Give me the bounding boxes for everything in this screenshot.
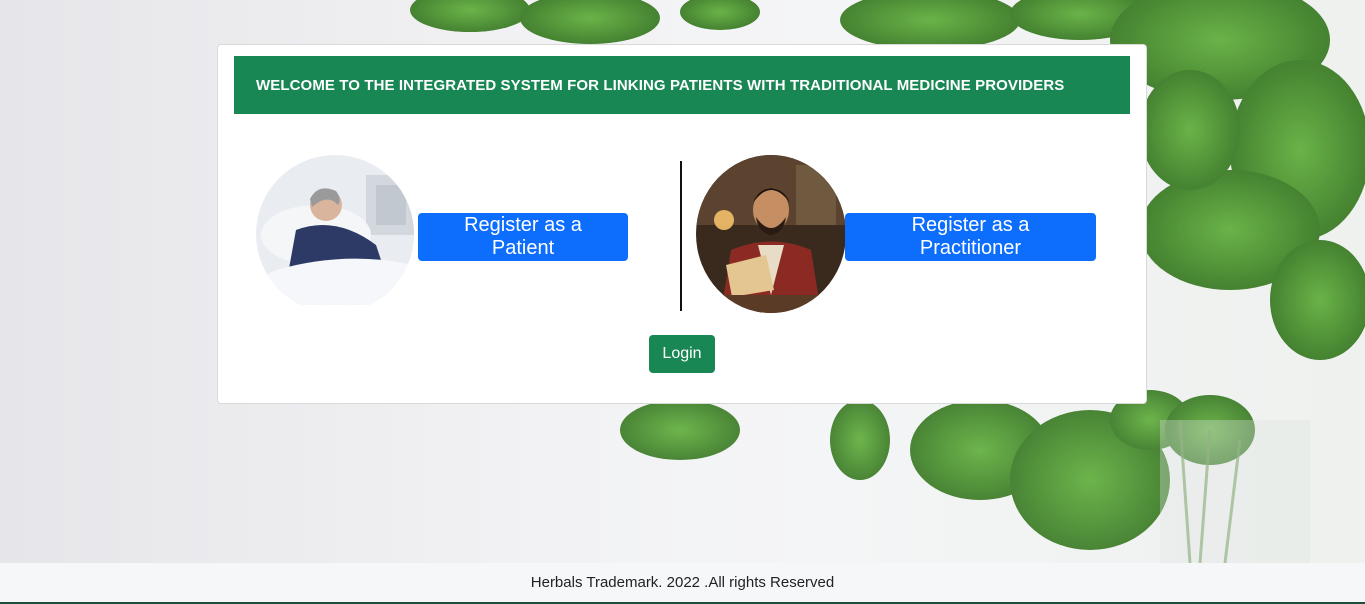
footer-text: Herbals Trademark. 2022 .All rights Rese…: [530, 574, 835, 591]
footer: Herbals Trademark. 2022 .All rights Rese…: [0, 563, 1365, 602]
practitioner-photo-icon: [696, 155, 846, 313]
login-button[interactable]: Login: [649, 335, 715, 373]
welcome-header: WELCOME TO THE INTEGRATED SYSTEM FOR LIN…: [234, 56, 1130, 114]
register-patient-button[interactable]: Register as a Patient: [418, 213, 628, 261]
patient-photo-icon: [256, 155, 414, 313]
welcome-card: WELCOME TO THE INTEGRATED SYSTEM FOR LIN…: [217, 44, 1147, 404]
welcome-title: WELCOME TO THE INTEGRATED SYSTEM FOR LIN…: [256, 76, 1065, 94]
register-practitioner-button[interactable]: Register as a Practitioner: [845, 213, 1096, 261]
section-divider: [680, 161, 682, 311]
